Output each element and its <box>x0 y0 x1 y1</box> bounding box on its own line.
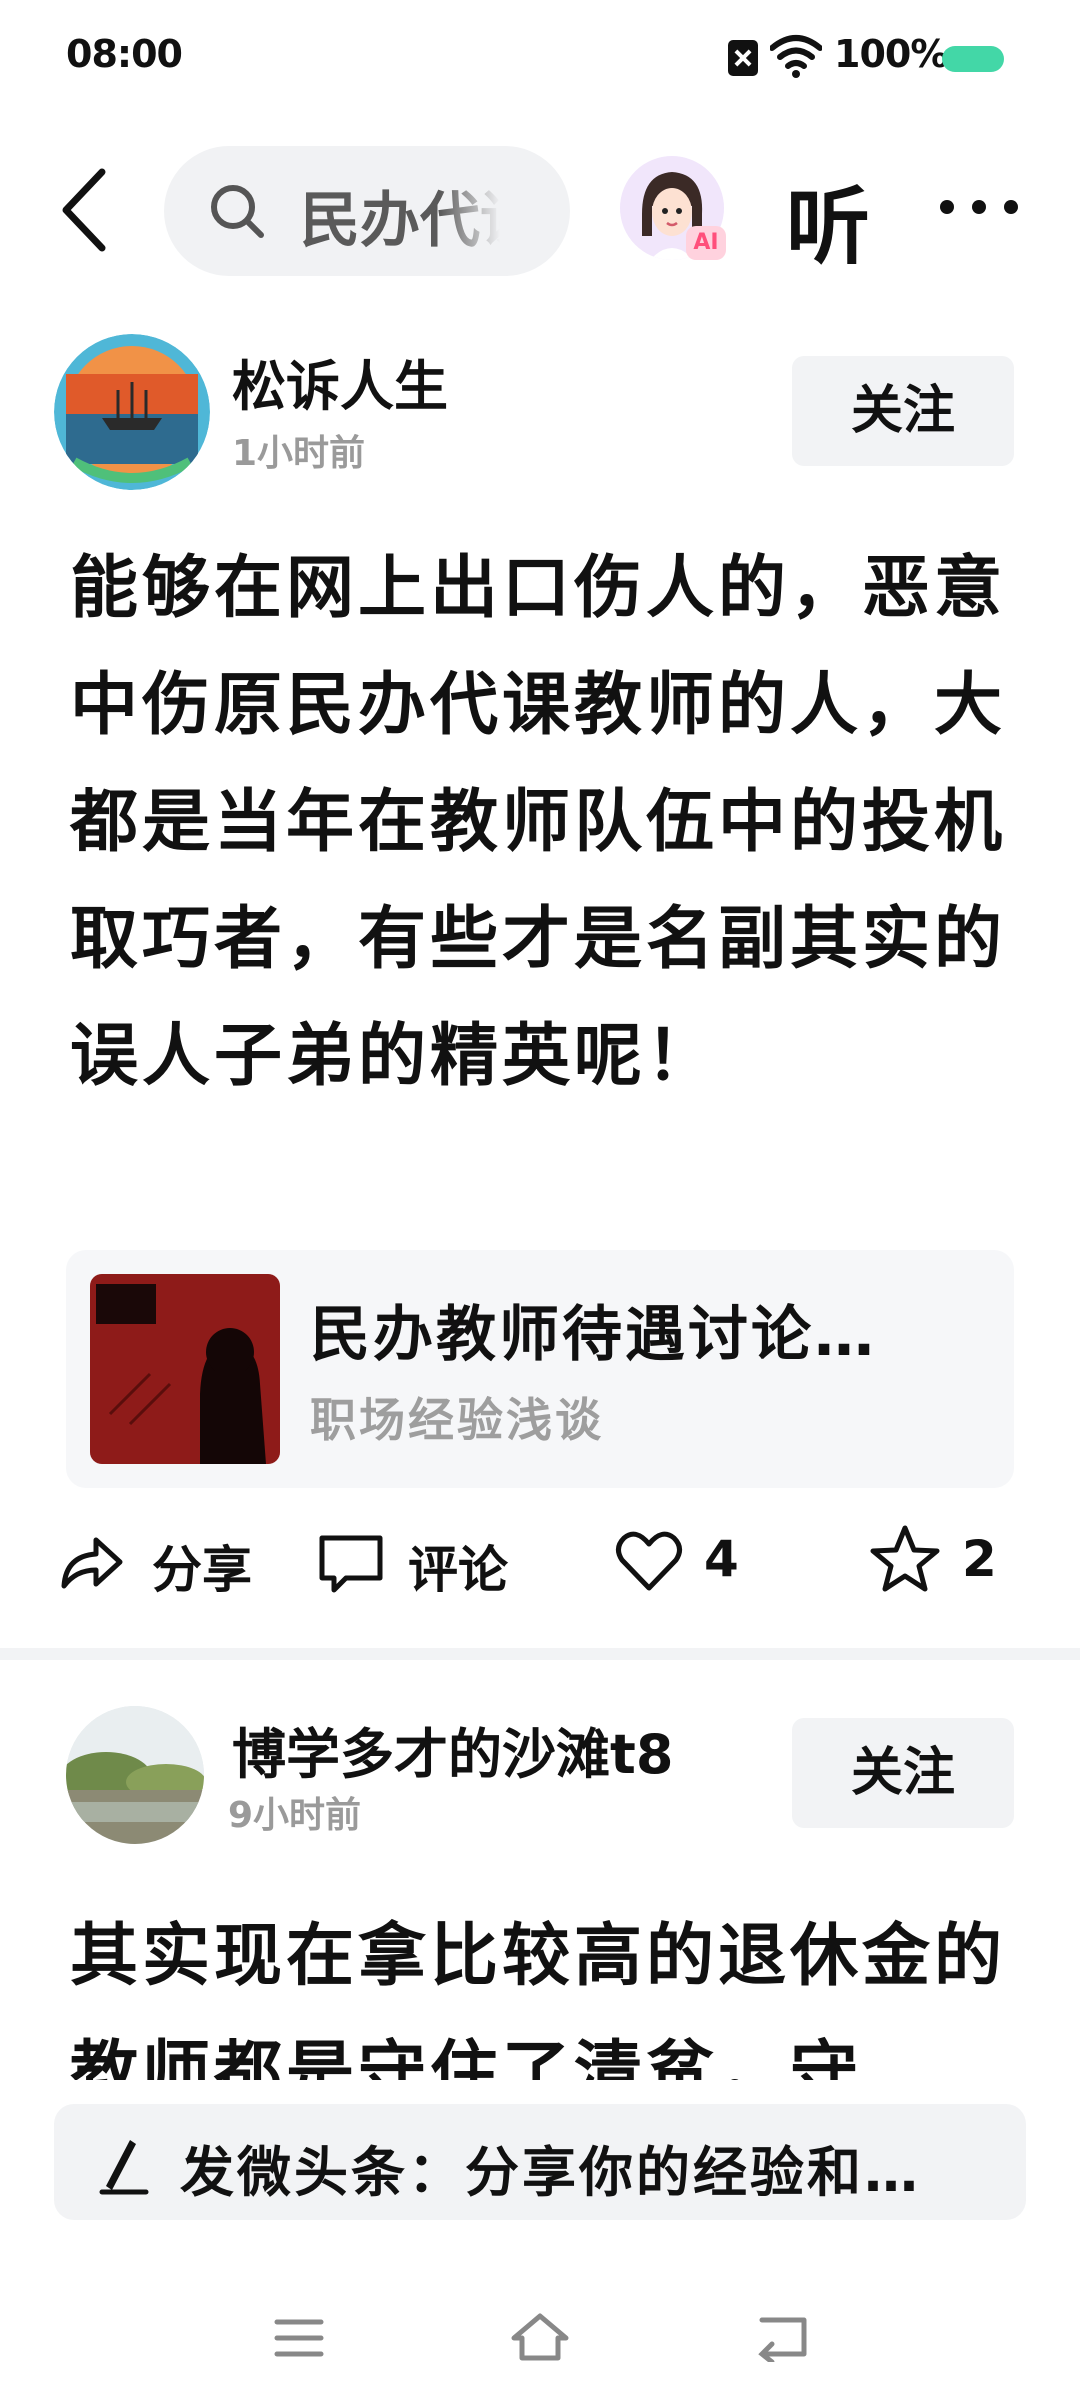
post-divider <box>0 1648 1080 1660</box>
post-time: 9小时前 <box>228 1795 362 1836</box>
search-query: 民办代课 <box>300 186 500 256</box>
listen-button[interactable]: 听 <box>786 160 870 281</box>
home-icon[interactable] <box>508 2310 572 2364</box>
author-avatar-image <box>54 334 210 490</box>
post-composer-bar[interactable]: 发微头条：分享你的经验和… <box>54 2104 1026 2220</box>
more-options-icon[interactable] <box>940 200 1020 220</box>
like-count: 4 <box>704 1530 739 1588</box>
favorite-star-icon[interactable] <box>870 1524 940 1594</box>
post-body[interactable]: 能够在网上出口伤人的，恶意中伤原民办代课教师的人，大都是当年在教师队伍中的投机取… <box>70 530 1020 1115</box>
topic-thumbnail <box>90 1274 280 1464</box>
comment-icon[interactable] <box>316 1528 386 1598</box>
post-body[interactable]: 其实现在拿比较高的退休金的教师都是守住了清贫，守 <box>70 1898 1020 2080</box>
topic-subtitle: 职场经验浅谈 <box>310 1393 604 1447</box>
post-time: 1小时前 <box>232 433 366 474</box>
search-icon <box>211 185 264 238</box>
no-sim-icon <box>728 40 758 76</box>
status-bar: 08:00 100% <box>0 0 1080 120</box>
back-nav-icon[interactable] <box>756 2312 812 2362</box>
back-icon[interactable] <box>50 160 120 260</box>
battery-icon <box>942 46 1004 72</box>
author-name[interactable]: 松诉人生 <box>232 342 448 421</box>
author-avatar-image <box>66 1706 204 1844</box>
share-icon[interactable] <box>56 1526 126 1596</box>
like-icon[interactable] <box>614 1526 684 1596</box>
wifi-icon <box>770 35 822 78</box>
follow-button[interactable]: 关注 <box>792 1718 1014 1828</box>
composer-placeholder: 发微头条：分享你的经验和… <box>180 2141 921 2204</box>
topic-title: 民办教师待遇讨论… <box>310 1300 877 1370</box>
search-box[interactable]: 民办代课 <box>164 146 570 276</box>
comment-button[interactable]: 评论 <box>408 1530 508 1602</box>
menu-icon[interactable] <box>274 2316 324 2360</box>
system-navigation-bar <box>0 2300 1080 2380</box>
author-name[interactable]: 博学多才的沙滩t8 <box>232 1710 673 1789</box>
ai-badge: AI <box>686 226 726 260</box>
topic-thumbnail-image <box>90 1274 280 1464</box>
battery-percentage: 100% <box>834 32 948 76</box>
linked-topic-card[interactable]: 民办教师待遇讨论… 职场经验浅谈 <box>66 1250 1014 1488</box>
favorite-count: 2 <box>962 1530 997 1588</box>
author-avatar[interactable] <box>66 1706 204 1844</box>
share-button[interactable]: 分享 <box>152 1530 252 1602</box>
pen-icon <box>99 2140 149 2195</box>
follow-button[interactable]: 关注 <box>792 356 1014 466</box>
author-avatar[interactable] <box>54 334 210 490</box>
status-time: 08:00 <box>66 32 183 76</box>
